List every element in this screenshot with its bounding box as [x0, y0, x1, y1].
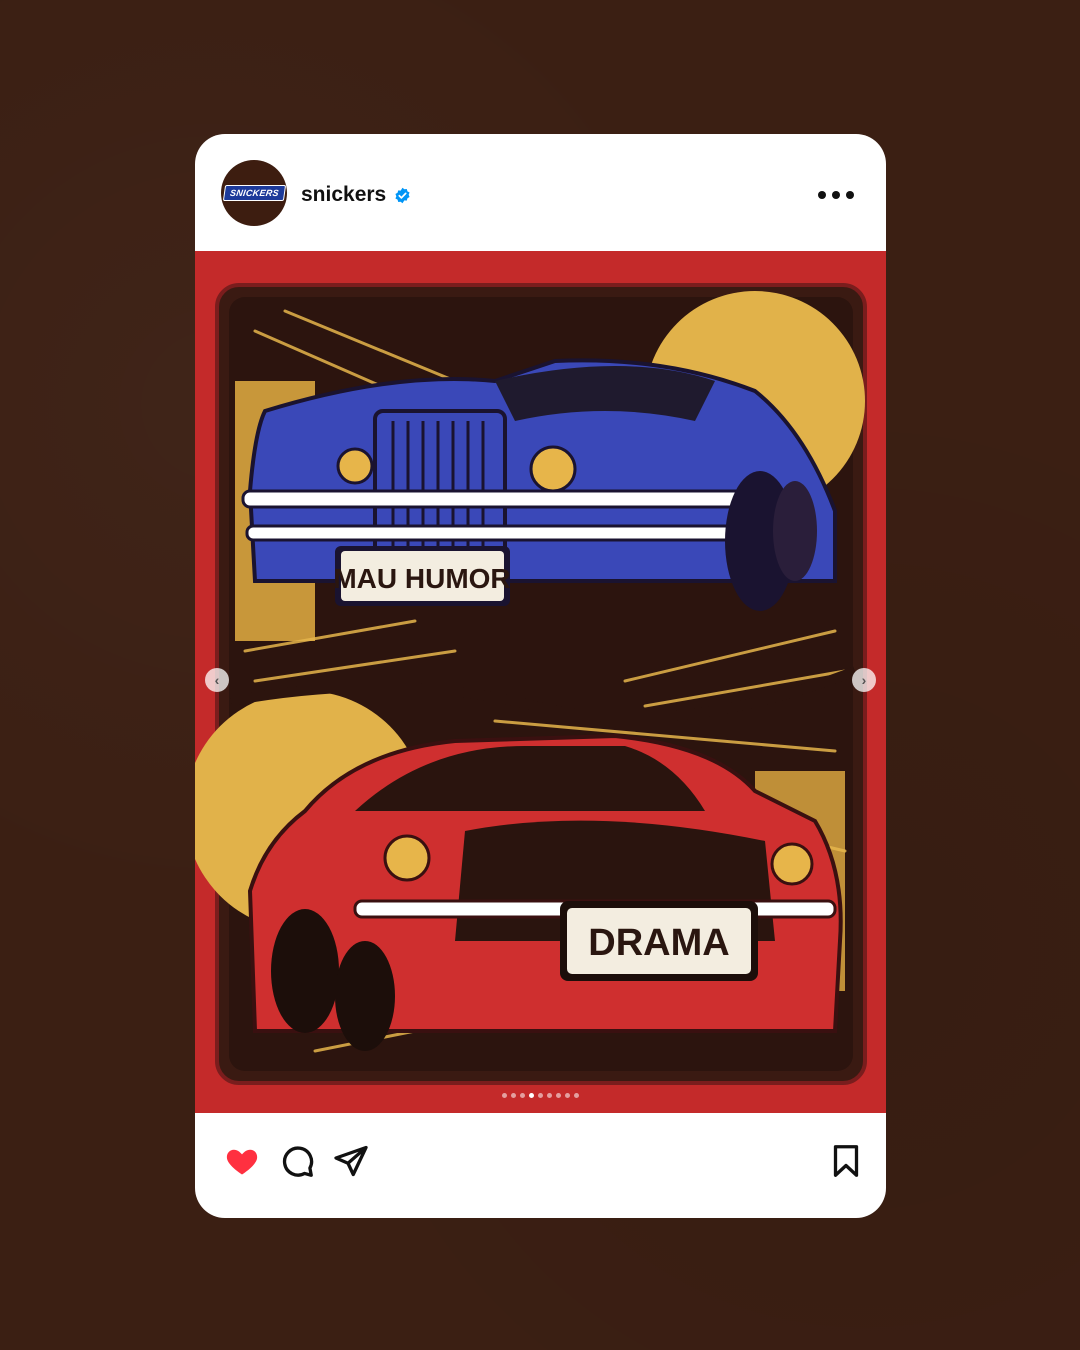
- carousel-dot: [556, 1093, 561, 1098]
- heart-filled-icon: [226, 1149, 258, 1175]
- comment-button[interactable]: [279, 1143, 315, 1179]
- save-button[interactable]: [828, 1143, 864, 1179]
- brand-logo: SNICKERS: [222, 185, 286, 201]
- carousel-prev-button[interactable]: ‹: [205, 668, 229, 692]
- carousel-dot: [520, 1093, 525, 1098]
- instagram-post-card: SNICKERS snickers MAU HUMOR DRAMA ‹ ›: [195, 134, 886, 1218]
- like-button[interactable]: [224, 1143, 260, 1179]
- verified-badge-icon: [395, 187, 410, 204]
- blue-car: MAU HUMOR: [241, 358, 837, 611]
- avatar[interactable]: SNICKERS: [221, 160, 287, 226]
- share-button[interactable]: [333, 1143, 369, 1179]
- post-actions: [195, 1113, 886, 1218]
- carousel-dot: [529, 1093, 534, 1098]
- carousel-pagination: [195, 1093, 886, 1098]
- more-options-button[interactable]: [806, 176, 866, 214]
- bookmark-icon: [833, 1145, 859, 1177]
- plate-mau-humor: MAU HUMOR: [333, 563, 510, 594]
- paper-plane-icon: [334, 1145, 368, 1177]
- carousel-dot: [547, 1093, 552, 1098]
- post-header: SNICKERS snickers: [195, 134, 886, 251]
- carousel-next-button[interactable]: ›: [852, 668, 876, 692]
- plate-drama: DRAMA: [588, 922, 729, 964]
- carousel-dot: [565, 1093, 570, 1098]
- more-horizontal-icon: [818, 191, 826, 199]
- carousel-dot: [538, 1093, 543, 1098]
- username[interactable]: snickers: [301, 183, 386, 207]
- carousel-dot: [502, 1093, 507, 1098]
- illustration: MAU HUMOR DRAMA: [195, 283, 867, 1085]
- comment-bubble-icon: [282, 1146, 314, 1177]
- post-image[interactable]: MAU HUMOR DRAMA ‹ ›: [195, 251, 886, 1113]
- carousel-dot: [511, 1093, 516, 1098]
- carousel-dot: [574, 1093, 579, 1098]
